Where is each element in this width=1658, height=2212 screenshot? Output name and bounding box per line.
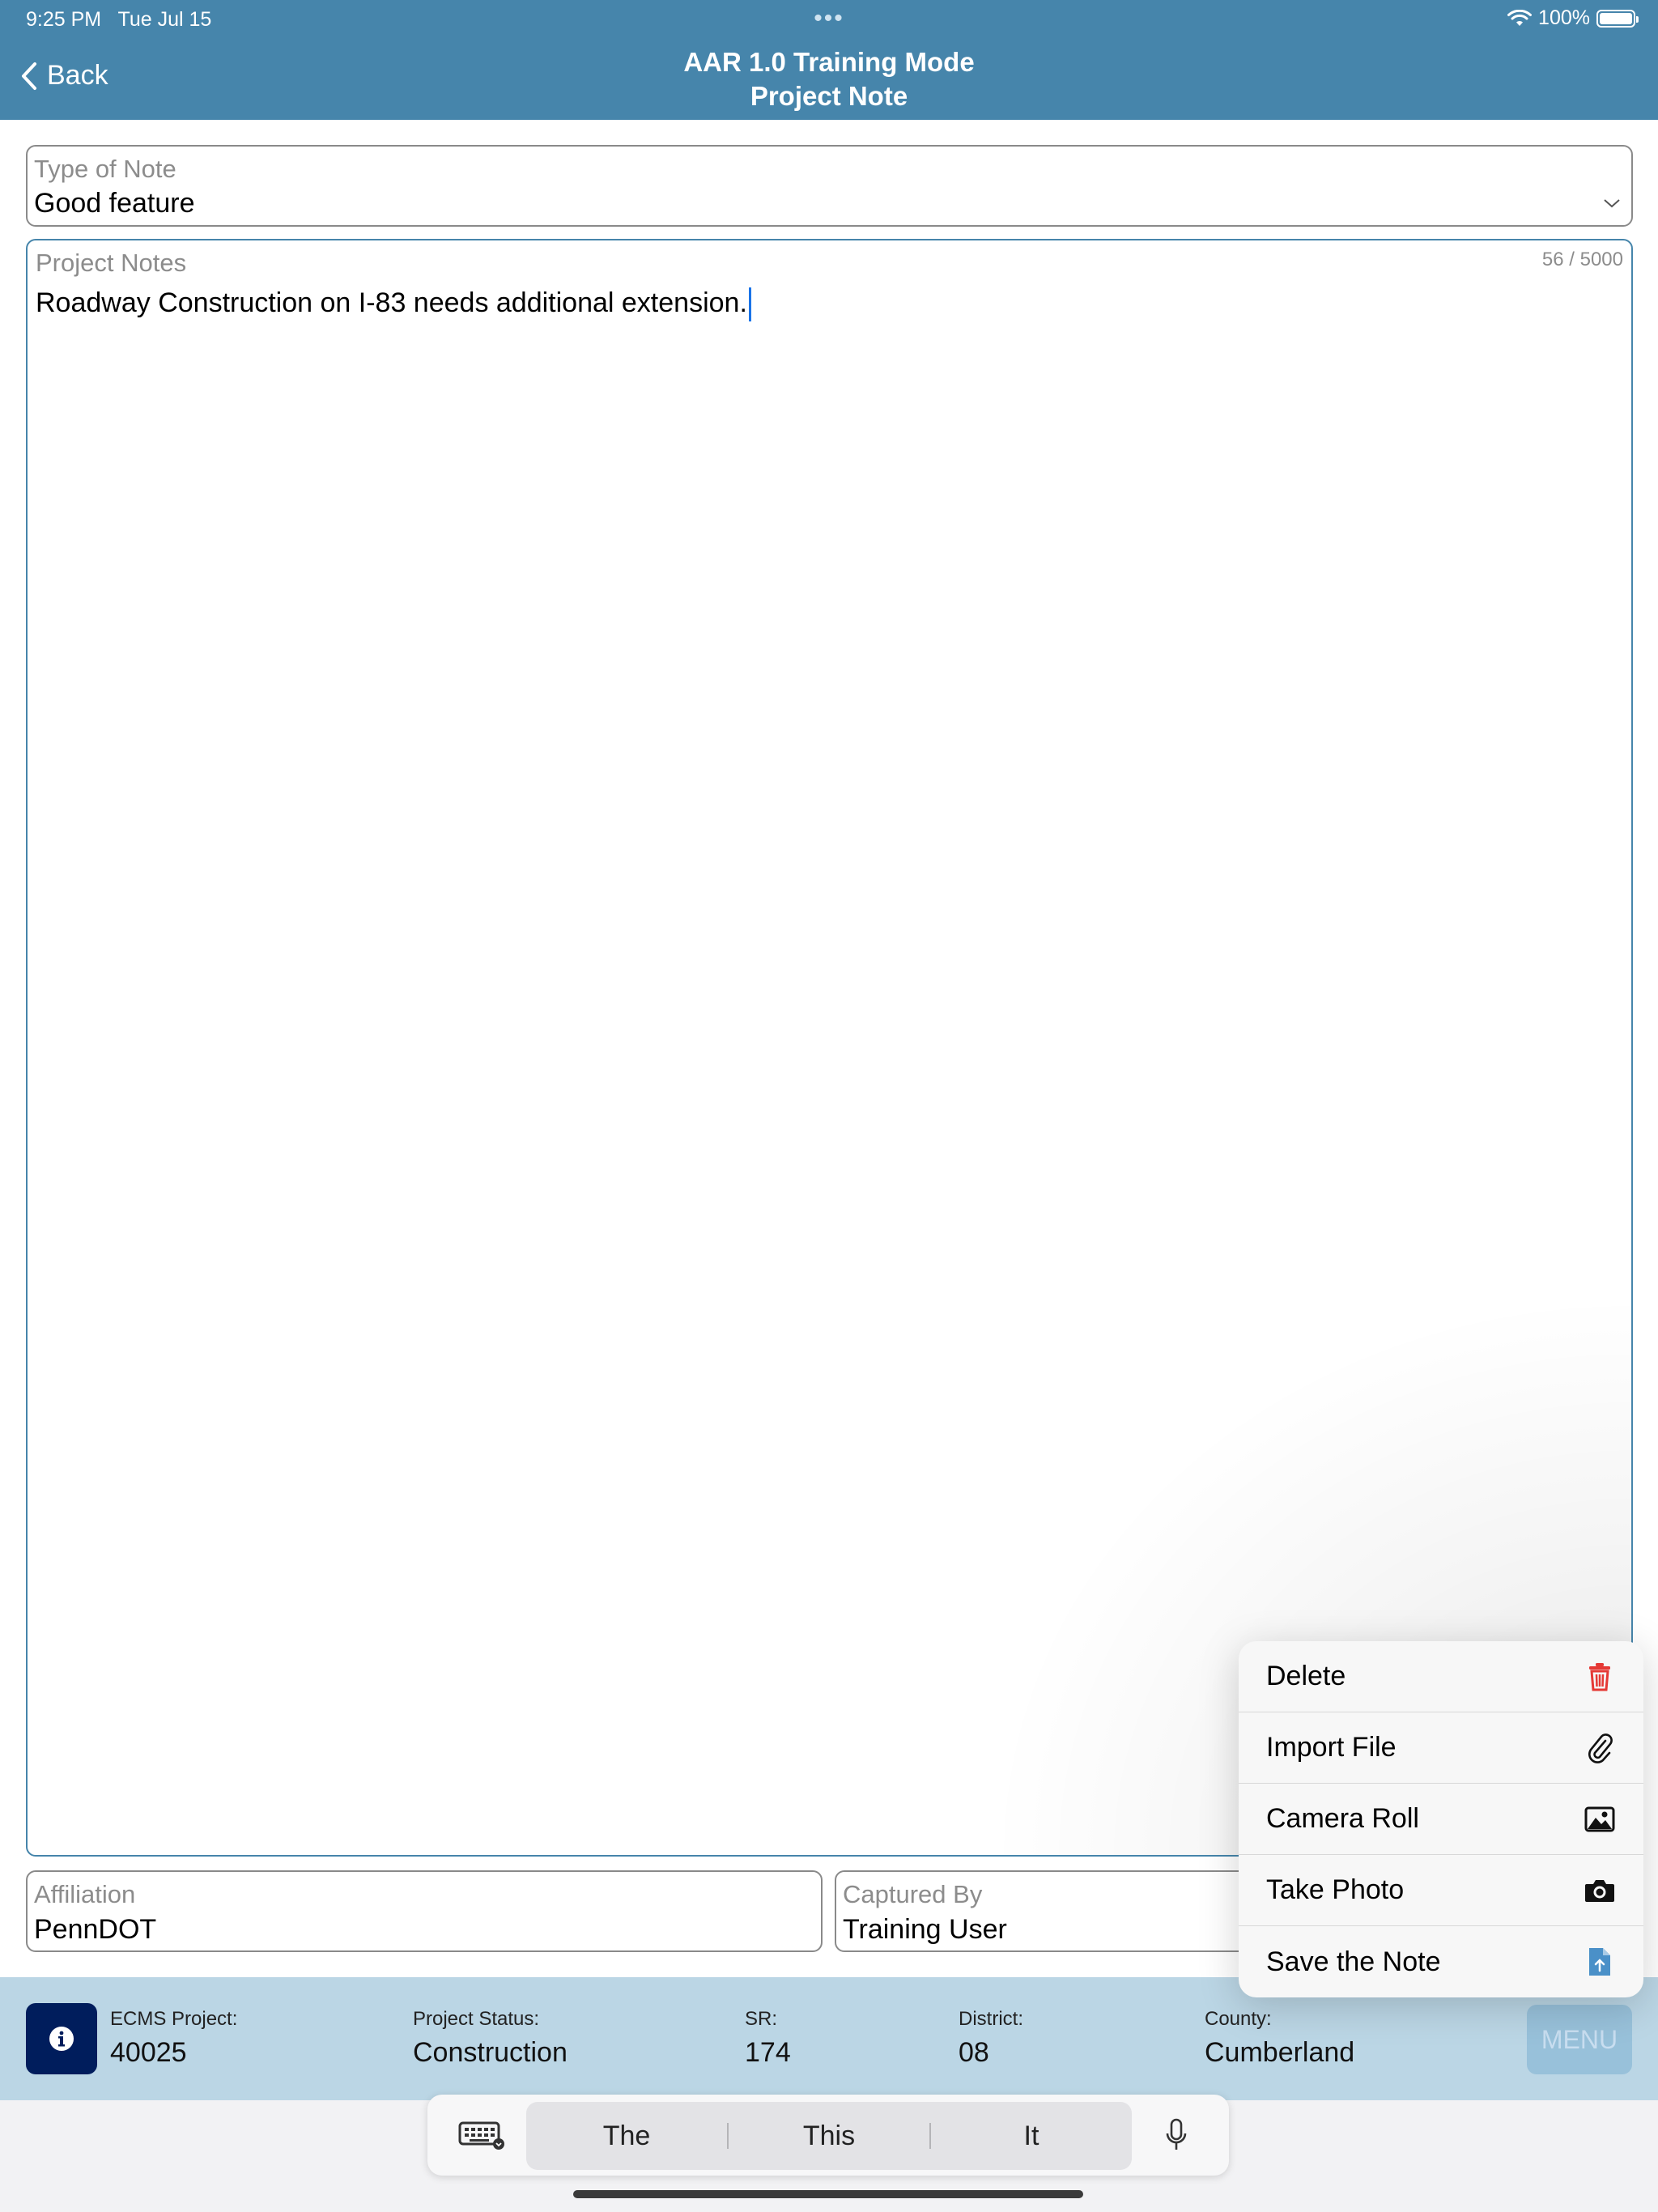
menu-button[interactable]: MENU — [1527, 2005, 1632, 2074]
actions-popup-menu: Delete Import File Camera Roll Take Phot… — [1239, 1641, 1643, 1997]
paperclip-icon — [1584, 1732, 1616, 1764]
suggestion-1[interactable]: The — [526, 2121, 727, 2152]
county-label: County: — [1205, 2008, 1272, 2030]
menu-item-import-file[interactable]: Import File — [1239, 1712, 1643, 1784]
county-value: Cumberland — [1205, 2037, 1355, 2068]
sr-label: SR: — [745, 2008, 778, 2030]
wifi-icon — [1507, 9, 1533, 26]
camera-icon — [1584, 1874, 1616, 1907]
page-title: AAR 1.0 Training Mode Project Note — [424, 45, 1234, 113]
district-value: 08 — [959, 2037, 989, 2068]
menu-item-camera-roll[interactable]: Camera Roll — [1239, 1784, 1643, 1855]
predictive-suggestions: The This It — [526, 2102, 1132, 2170]
keyboard-dismiss-icon[interactable] — [458, 2118, 507, 2150]
county-info: County: Cumberland — [1205, 2008, 1354, 2069]
project-status-info: Project Status: Construction — [413, 2008, 568, 2069]
menu-item-delete[interactable]: Delete — [1239, 1641, 1643, 1712]
home-indicator[interactable] — [573, 2190, 1083, 2198]
project-notes-textarea[interactable]: Project Notes 56 / 5000 Roadway Construc… — [26, 239, 1633, 1857]
multitask-dots-icon[interactable]: ••• — [810, 5, 848, 32]
page-title-line2: Project Note — [750, 81, 908, 111]
ecms-project-info: ECMS Project: 40025 — [110, 2008, 237, 2069]
menu-item-label: Save the Note — [1266, 1946, 1441, 1977]
sr-value: 174 — [745, 2037, 791, 2068]
ecms-project-value: 40025 — [110, 2037, 187, 2068]
page-title-line1: AAR 1.0 Training Mode — [683, 47, 975, 77]
captured-by-value: Training User — [843, 1914, 1007, 1945]
text-cursor — [748, 287, 751, 322]
sr-info: SR: 174 — [745, 2008, 791, 2069]
status-date: Tue Jul 15 — [117, 8, 212, 31]
battery-icon — [1596, 9, 1639, 28]
status-right: 100% — [1507, 6, 1639, 30]
chevron-left-icon — [22, 62, 36, 90]
affiliation-field[interactable]: Affiliation PennDOT — [26, 1870, 823, 1952]
suggestion-2[interactable]: This — [729, 2121, 929, 2152]
district-label: District: — [959, 2008, 1023, 2030]
back-button[interactable]: Back — [19, 60, 108, 91]
menu-item-label: Import File — [1266, 1732, 1397, 1763]
project-notes-text: Roadway Construction on I-83 needs addit… — [36, 287, 751, 322]
menu-item-save-note[interactable]: Save the Note — [1239, 1926, 1643, 1997]
affiliation-label: Affiliation — [34, 1880, 136, 1908]
file-upload-icon — [1584, 1946, 1616, 1978]
image-icon — [1584, 1803, 1616, 1836]
captured-by-label: Captured By — [843, 1880, 983, 1908]
suggestion-3[interactable]: It — [931, 2121, 1132, 2152]
menu-item-label: Camera Roll — [1266, 1803, 1419, 1834]
status-time-date: 9:25 PM Tue Jul 15 — [26, 8, 211, 32]
project-status-label: Project Status: — [413, 2008, 540, 2030]
ecms-project-label: ECMS Project: — [110, 2008, 238, 2030]
menu-item-label: Delete — [1266, 1661, 1346, 1691]
microphone-icon[interactable] — [1164, 2118, 1188, 2152]
menu-item-take-photo[interactable]: Take Photo — [1239, 1855, 1643, 1926]
chevron-down-icon — [1604, 199, 1620, 208]
character-counter: 56 / 5000 — [1541, 249, 1623, 270]
district-info: District: 08 — [959, 2008, 1023, 2069]
status-time: 9:25 PM — [26, 8, 102, 31]
back-label: Back — [47, 60, 108, 91]
affiliation-value: PennDOT — [34, 1914, 157, 1945]
project-notes-value: Roadway Construction on I-83 needs addit… — [36, 287, 747, 318]
type-of-note-label: Type of Note — [34, 155, 176, 183]
type-of-note-select[interactable]: Type of Note Good feature — [26, 145, 1633, 227]
info-icon — [49, 2027, 74, 2051]
info-button[interactable] — [26, 2003, 97, 2074]
battery-percent: 100% — [1538, 6, 1590, 29]
trash-icon — [1584, 1661, 1616, 1693]
project-status-value: Construction — [413, 2037, 568, 2068]
type-of-note-value: Good feature — [34, 188, 195, 219]
project-notes-label: Project Notes — [36, 249, 187, 277]
menu-item-label: Take Photo — [1266, 1874, 1405, 1905]
